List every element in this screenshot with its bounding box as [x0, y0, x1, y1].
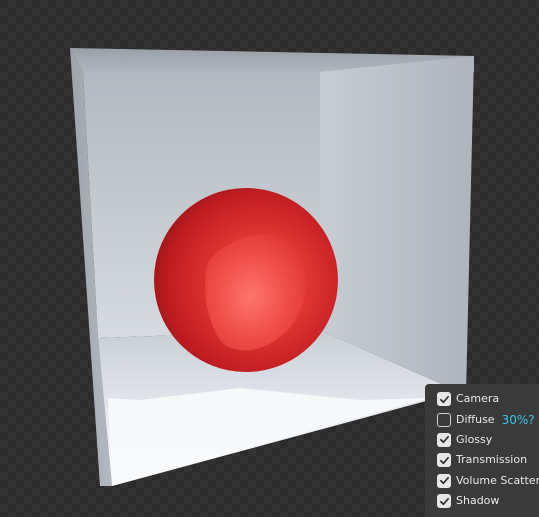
diffuse-annotation: 30%? [501, 412, 535, 427]
glossy-label: Glossy [456, 432, 493, 446]
visibility-item-camera[interactable]: Camera [425, 389, 539, 409]
visibility-item-shadow[interactable]: Shadow [425, 491, 539, 511]
visibility-item-diffuse[interactable]: Diffuse 30%? [425, 409, 539, 429]
checkmark-icon [439, 477, 449, 485]
visibility-item-transmission[interactable]: Transmission [425, 450, 539, 470]
visibility-item-volume-scatter[interactable]: Volume Scatter [425, 471, 539, 491]
transmission-label: Transmission [456, 453, 528, 467]
shadow-checkbox[interactable] [437, 494, 451, 509]
camera-label: Camera [456, 392, 500, 406]
shadow-label: Shadow [456, 494, 500, 508]
transmission-checkbox[interactable] [437, 453, 451, 468]
volume-scatter-label: Volume Scatter [456, 473, 539, 487]
ray-visibility-panel: Camera Diffuse 30%? Glossy Transmission … [425, 384, 539, 517]
glossy-checkbox[interactable] [437, 432, 451, 447]
checkmark-icon [439, 456, 449, 464]
checkmark-icon [439, 395, 449, 403]
diffuse-checkbox[interactable] [437, 412, 451, 427]
checkmark-icon [439, 497, 449, 505]
camera-checkbox[interactable] [437, 392, 451, 407]
diffuse-label: Diffuse [456, 412, 495, 426]
visibility-item-glossy[interactable]: Glossy [425, 430, 539, 450]
checkmark-icon [439, 436, 449, 444]
floor-lit-area [108, 388, 430, 486]
volume-scatter-checkbox[interactable] [437, 473, 451, 488]
